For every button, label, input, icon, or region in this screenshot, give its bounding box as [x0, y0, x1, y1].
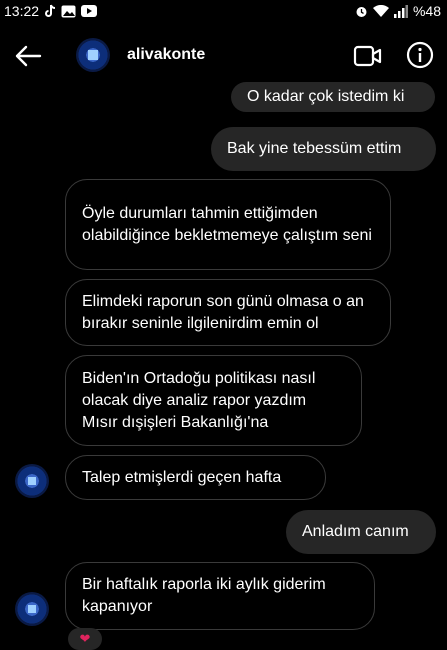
info-button[interactable] — [406, 41, 434, 69]
sender-avatar[interactable] — [15, 464, 49, 498]
wifi-icon — [372, 4, 389, 18]
contact-name[interactable]: alivakonte — [127, 46, 205, 64]
tiktok-icon — [44, 4, 56, 18]
status-time: 13:22 — [4, 3, 40, 19]
message-text: Bak yine tebessüm ettim — [227, 140, 402, 157]
alarm-icon — [355, 5, 368, 18]
message-text: Öyle durumları tahmin ettiğimden olabild… — [82, 204, 372, 244]
message-text: O kadar çok istedim ki — [247, 88, 405, 105]
message-text: Anladım canım — [302, 523, 409, 540]
message-incoming[interactable]: Öyle durumları tahmin ettiğimden olabild… — [65, 179, 391, 270]
message-incoming[interactable]: Talep etmişlerdi geçen hafta — [65, 455, 326, 500]
gallery-icon — [61, 5, 76, 18]
message-outgoing[interactable]: O kadar çok istedim ki — [231, 82, 435, 112]
battery-percent: %48 — [412, 3, 441, 19]
contact-avatar[interactable] — [76, 38, 110, 72]
message-outgoing[interactable]: Bak yine tebessüm ettim — [211, 127, 436, 171]
info-icon — [406, 41, 434, 69]
message-text: Bir haftalık raporla iki aylık giderim k… — [82, 576, 326, 615]
message-text: Biden'ın Ortadoğu politikası nasıl olaca… — [82, 369, 316, 431]
message-incoming[interactable]: Biden'ın Ortadoğu politikası nasıl olaca… — [65, 355, 362, 446]
sender-avatar[interactable] — [15, 592, 49, 626]
video-call-button[interactable] — [353, 43, 383, 69]
message-text: Elimdeki raporun son günü olmasa o an bı… — [82, 292, 364, 332]
heart-icon: ❤ — [79, 631, 91, 646]
message-incoming[interactable]: Bir haftalık raporla iki aylık giderim k… — [65, 562, 375, 630]
message-text: Talep etmişlerdi geçen hafta — [82, 468, 282, 486]
signal-icon — [393, 4, 408, 18]
youtube-icon — [81, 5, 98, 17]
chat-header: alivakonte — [0, 30, 447, 82]
back-arrow-icon — [15, 45, 42, 67]
status-bar: 13:22 %48 — [0, 0, 447, 22]
message-reaction[interactable]: ❤ — [68, 628, 102, 650]
video-camera-icon — [353, 45, 382, 67]
message-outgoing[interactable]: Anladım canım — [286, 510, 436, 554]
message-incoming[interactable]: Elimdeki raporun son günü olmasa o an bı… — [65, 279, 391, 346]
back-button[interactable] — [14, 42, 44, 70]
